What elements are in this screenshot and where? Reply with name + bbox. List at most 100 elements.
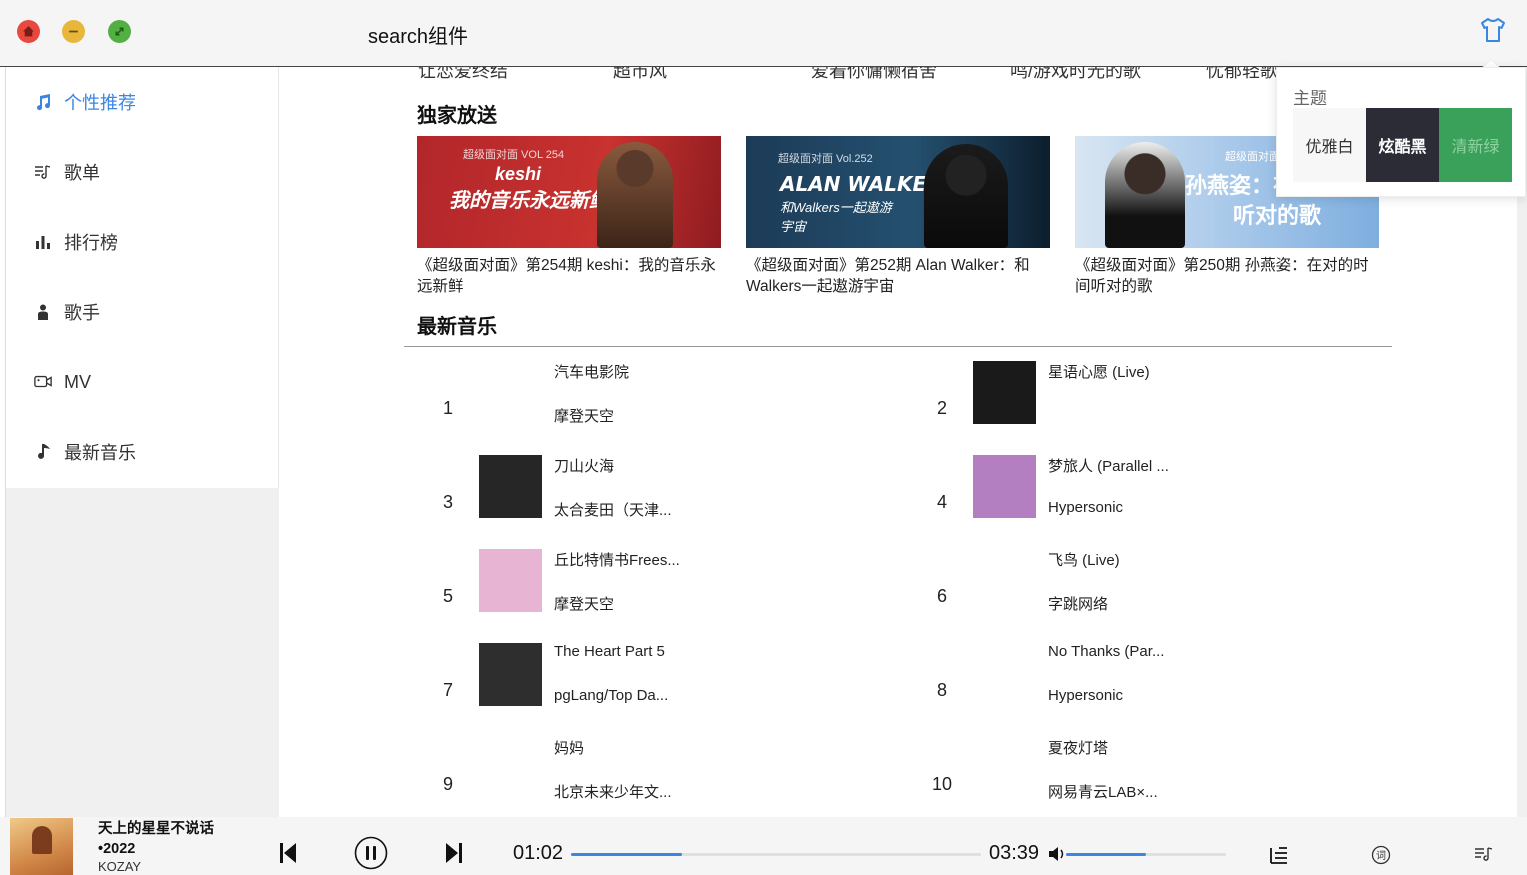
song-row[interactable]: 5 丘比特情书Frees... 摩登天空 <box>434 549 914 623</box>
player-bar: 天上的星星不说话•2022 KOZAY 01:02 03:39 词 <box>0 817 1527 875</box>
sidebar-item-label: 歌单 <box>64 163 100 183</box>
playlist-queue-button[interactable] <box>1269 845 1289 870</box>
video-camera-icon <box>34 373 52 391</box>
sidebar-item-label: 最新音乐 <box>64 443 136 463</box>
song-row[interactable]: 8 No Thanks (Par... Hypersonic <box>928 643 1408 717</box>
next-button[interactable] <box>445 841 463 870</box>
volume-slider[interactable] <box>1066 853 1226 856</box>
song-cover[interactable] <box>479 455 542 518</box>
playlist-button[interactable] <box>1474 845 1494 868</box>
song-number: 5 <box>442 586 453 606</box>
section-title-newmusic: 最新音乐 <box>417 316 497 338</box>
minimize-button[interactable] <box>62 20 85 43</box>
song-artist[interactable]: 北京未来少年文... <box>554 781 672 802</box>
exclusive-banner[interactable]: 超级面对面 Vol.252 ALAN WALKER 和Walkers一起遨游宇宙 <box>746 136 1050 248</box>
sidebar-item-newmusic[interactable]: 最新音乐 <box>6 417 278 487</box>
lyrics-button[interactable]: 词 <box>1371 845 1391 870</box>
song-name[interactable]: 夏夜灯塔 <box>1048 737 1108 758</box>
now-playing-title: 天上的星星不说话•2022 <box>98 821 214 857</box>
progress-bar[interactable] <box>571 853 981 856</box>
cover-figure <box>32 826 52 854</box>
theme-button[interactable] <box>1478 15 1508 45</box>
song-row[interactable]: 6 飞鸟 (Live) 字跳网络 <box>928 549 1408 623</box>
song-row[interactable]: 1 汽车电影院 摩登天空 <box>434 361 914 435</box>
song-row[interactable]: 9 妈妈 北京未来少年文... <box>434 737 914 811</box>
theme-option-green[interactable]: 清新绿 <box>1439 108 1512 182</box>
theme-option-white[interactable]: 优雅白 <box>1293 108 1366 182</box>
pause-button[interactable] <box>354 836 388 875</box>
song-cover[interactable] <box>973 455 1036 518</box>
playlist-name[interactable]: 爱着你慵懒宿舍 <box>811 67 937 83</box>
popover-title: 主题 <box>1293 89 1327 108</box>
exclusive-caption[interactable]: 《超级面对面》第252期 Alan Walker：和Walkers一起遨游宇宙 <box>746 255 1050 297</box>
exclusive-card[interactable]: 超级面对面 Vol.252 ALAN WALKER 和Walkers一起遨游宇宙… <box>746 136 1050 297</box>
song-name[interactable]: 汽车电影院 <box>554 361 629 382</box>
song-artist[interactable]: 摩登天空 <box>554 593 614 614</box>
song-artist[interactable]: 太合麦田（天津... <box>554 499 672 520</box>
person-icon <box>34 303 52 321</box>
sidebar-item-playlist[interactable]: 歌单 <box>6 137 278 207</box>
exclusive-card[interactable]: 超级面对面 VOL 254 keshi 我的音乐永远新鲜 《超级面对面》第254… <box>417 136 721 297</box>
maximize-button[interactable] <box>108 20 131 43</box>
sidebar-item-recommend[interactable]: 个性推荐 <box>6 67 278 137</box>
song-name[interactable]: 刀山火海 <box>554 455 614 476</box>
home-icon <box>23 26 34 37</box>
sidebar-item-rank[interactable]: 排行榜 <box>6 207 278 277</box>
progress-fill <box>571 853 682 856</box>
artist-photo <box>597 142 673 248</box>
exclusive-caption[interactable]: 《超级面对面》第254期 keshi：我的音乐永远新鲜 <box>417 255 721 297</box>
playlist-icon <box>34 163 52 181</box>
sidebar-item-singer[interactable]: 歌手 <box>6 277 278 347</box>
song-row[interactable]: 7 The Heart Part 5 pgLang/Top Da... <box>434 643 914 717</box>
song-cover[interactable] <box>479 549 542 612</box>
exclusive-caption[interactable]: 《超级面对面》第250期 孙燕姿：在对的时间听对的歌 <box>1075 255 1379 297</box>
volume-button[interactable] <box>1048 846 1066 867</box>
queue-list-icon <box>1270 847 1287 864</box>
theme-option-black[interactable]: 炫酷黑 <box>1366 108 1439 182</box>
now-playing-artist: KOZAY <box>98 859 142 874</box>
song-number: 6 <box>936 586 947 606</box>
song-artist[interactable]: 网易青云LAB×... <box>1048 781 1158 802</box>
sidebar-item-mv[interactable]: MV <box>6 347 278 417</box>
song-row[interactable]: 3 刀山火海 太合麦田（天津... <box>434 455 914 529</box>
sidebar-item-label: 歌手 <box>64 303 100 323</box>
song-name[interactable]: 妈妈 <box>554 737 584 758</box>
sidebar-empty-area <box>6 488 279 818</box>
app-window: search组件 个性推荐 歌单 排行榜 歌手 MV 最新音乐 让恋爱终结 超市… <box>0 0 1527 875</box>
song-name[interactable]: No Thanks (Par... <box>1048 643 1164 660</box>
song-name[interactable]: 丘比特情书Frees... <box>554 549 680 570</box>
song-row[interactable]: 2 星语心愿 (Live) <box>928 361 1408 435</box>
playlist-name[interactable]: 忧郁轻歌 <box>1206 67 1278 83</box>
song-row[interactable]: 10 夏夜灯塔网易青云LAB×... <box>928 737 1408 811</box>
song-cover[interactable] <box>973 361 1036 424</box>
title-bar: search组件 <box>0 0 1527 67</box>
song-number: 10 <box>931 774 953 794</box>
playlist-name[interactable]: 鸣/游戏时光的歌 <box>1010 67 1141 83</box>
previous-button[interactable] <box>279 841 297 870</box>
svg-text:词: 词 <box>1376 850 1386 862</box>
song-artist[interactable]: Hypersonic <box>1048 687 1123 704</box>
total-time: 03:39 <box>989 842 1040 864</box>
artist-photo <box>924 144 1008 248</box>
lyrics-icon: 词 <box>1371 845 1391 865</box>
song-name[interactable]: 梦旅人 (Parallel ... <box>1048 455 1169 476</box>
song-artist[interactable]: Hypersonic <box>1048 499 1123 516</box>
song-number: 4 <box>936 492 947 512</box>
song-name[interactable]: The Heart Part 5 <box>554 643 665 660</box>
song-cover[interactable] <box>479 643 542 706</box>
song-artist[interactable]: pgLang/Top Da... <box>554 687 668 704</box>
song-artist[interactable]: 字跳网络 <box>1048 593 1108 614</box>
sidebar-item-label: 排行榜 <box>64 233 118 253</box>
playlist-name[interactable]: 超市风 <box>613 67 667 83</box>
song-artist[interactable]: 摩登天空 <box>554 405 614 426</box>
song-name[interactable]: 星语心愿 (Live) <box>1048 361 1150 382</box>
playlist-name[interactable]: 让恋爱终结 <box>418 67 508 83</box>
volume-icon <box>1049 847 1064 861</box>
exclusive-banner[interactable]: 超级面对面 VOL 254 keshi 我的音乐永远新鲜 <box>417 136 721 248</box>
song-name[interactable]: 飞鸟 (Live) <box>1048 549 1120 570</box>
playlist-names-cut-off: 让恋爱终结 超市风 爱着你慵懒宿舍 鸣/游戏时光的歌 忧郁轻歌 <box>279 67 1279 81</box>
now-playing-cover[interactable] <box>10 818 73 875</box>
song-row[interactable]: 4 梦旅人 (Parallel ... Hypersonic <box>928 455 1408 529</box>
divider <box>404 346 1392 347</box>
home-button[interactable] <box>17 20 40 43</box>
